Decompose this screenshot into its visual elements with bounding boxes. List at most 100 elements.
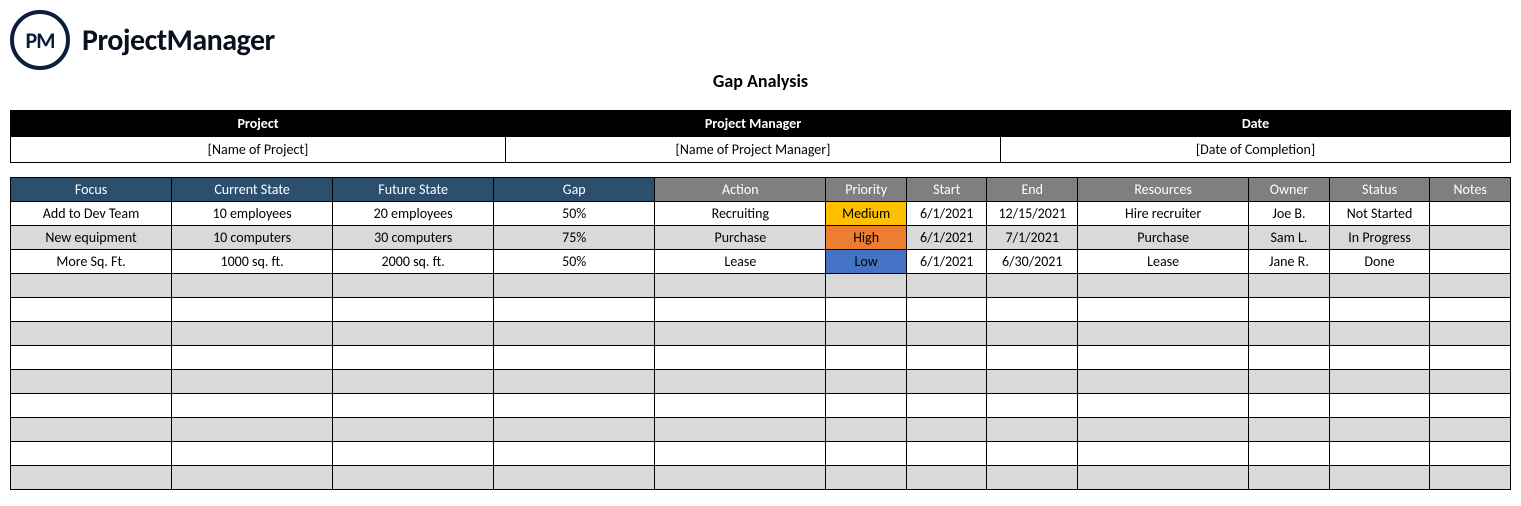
cell-gap[interactable]: [494, 394, 655, 418]
cell-future[interactable]: [333, 418, 494, 442]
cell-start[interactable]: 6/1/2021: [906, 202, 987, 226]
cell-current[interactable]: [172, 394, 333, 418]
cell-resources[interactable]: [1078, 442, 1249, 466]
cell-gap[interactable]: [494, 322, 655, 346]
cell-end[interactable]: [987, 298, 1078, 322]
cell-end[interactable]: [987, 370, 1078, 394]
cell-resources[interactable]: [1078, 418, 1249, 442]
cell-status[interactable]: [1329, 394, 1430, 418]
cell-gap[interactable]: [494, 298, 655, 322]
cell-action[interactable]: [655, 322, 826, 346]
cell-gap[interactable]: 50%: [494, 202, 655, 226]
cell-current[interactable]: [172, 442, 333, 466]
cell-current[interactable]: [172, 370, 333, 394]
cell-focus[interactable]: [11, 274, 172, 298]
cell-current[interactable]: 10 employees: [172, 202, 333, 226]
cell-priority[interactable]: [826, 394, 907, 418]
cell-gap[interactable]: 75%: [494, 226, 655, 250]
cell-status[interactable]: Not Started: [1329, 202, 1430, 226]
cell-end[interactable]: [987, 322, 1078, 346]
cell-start[interactable]: 6/1/2021: [906, 250, 987, 274]
cell-owner[interactable]: Joe B.: [1249, 202, 1330, 226]
cell-focus[interactable]: [11, 346, 172, 370]
cell-action[interactable]: [655, 346, 826, 370]
cell-priority[interactable]: Medium: [826, 202, 907, 226]
cell-focus[interactable]: More Sq. Ft.: [11, 250, 172, 274]
cell-status[interactable]: [1329, 442, 1430, 466]
cell-focus[interactable]: [11, 418, 172, 442]
cell-gap[interactable]: [494, 370, 655, 394]
cell-current[interactable]: [172, 322, 333, 346]
cell-focus[interactable]: [11, 394, 172, 418]
cell-current[interactable]: [172, 418, 333, 442]
cell-status[interactable]: [1329, 298, 1430, 322]
cell-start[interactable]: [906, 442, 987, 466]
cell-notes[interactable]: [1430, 370, 1511, 394]
cell-owner[interactable]: Jane R.: [1249, 250, 1330, 274]
cell-priority[interactable]: [826, 298, 907, 322]
cell-resources[interactable]: Hire recruiter: [1078, 202, 1249, 226]
cell-resources[interactable]: [1078, 322, 1249, 346]
cell-resources[interactable]: [1078, 394, 1249, 418]
cell-action[interactable]: Purchase: [655, 226, 826, 250]
cell-priority[interactable]: [826, 346, 907, 370]
cell-current[interactable]: 10 computers: [172, 226, 333, 250]
cell-current[interactable]: [172, 346, 333, 370]
cell-action[interactable]: Recruiting: [655, 202, 826, 226]
cell-end[interactable]: [987, 346, 1078, 370]
cell-gap[interactable]: [494, 418, 655, 442]
cell-priority[interactable]: [826, 466, 907, 490]
cell-start[interactable]: [906, 298, 987, 322]
cell-status[interactable]: Done: [1329, 250, 1430, 274]
cell-start[interactable]: [906, 394, 987, 418]
cell-priority[interactable]: [826, 322, 907, 346]
cell-status[interactable]: In Progress: [1329, 226, 1430, 250]
cell-focus[interactable]: [11, 322, 172, 346]
cell-current[interactable]: [172, 466, 333, 490]
cell-future[interactable]: [333, 466, 494, 490]
cell-notes[interactable]: [1430, 442, 1511, 466]
cell-future[interactable]: [333, 442, 494, 466]
cell-notes[interactable]: [1430, 346, 1511, 370]
cell-priority[interactable]: High: [826, 226, 907, 250]
cell-future[interactable]: [333, 274, 494, 298]
cell-focus[interactable]: [11, 370, 172, 394]
cell-owner[interactable]: [1249, 418, 1330, 442]
cell-status[interactable]: [1329, 274, 1430, 298]
cell-resources[interactable]: Lease: [1078, 250, 1249, 274]
cell-owner[interactable]: [1249, 370, 1330, 394]
cell-end[interactable]: 7/1/2021: [987, 226, 1078, 250]
cell-owner[interactable]: [1249, 298, 1330, 322]
cell-notes[interactable]: [1430, 274, 1511, 298]
cell-status[interactable]: [1329, 346, 1430, 370]
cell-start[interactable]: [906, 466, 987, 490]
cell-future[interactable]: 20 employees: [333, 202, 494, 226]
cell-gap[interactable]: 50%: [494, 250, 655, 274]
cell-notes[interactable]: [1430, 466, 1511, 490]
cell-future[interactable]: [333, 298, 494, 322]
cell-priority[interactable]: [826, 274, 907, 298]
cell-owner[interactable]: Sam L.: [1249, 226, 1330, 250]
cell-action[interactable]: [655, 418, 826, 442]
cell-status[interactable]: [1329, 418, 1430, 442]
meta-date-cell[interactable]: [Date of Completion]: [1001, 137, 1511, 163]
cell-resources[interactable]: [1078, 298, 1249, 322]
cell-notes[interactable]: [1430, 226, 1511, 250]
cell-action[interactable]: Lease: [655, 250, 826, 274]
cell-focus[interactable]: [11, 466, 172, 490]
cell-resources[interactable]: Purchase: [1078, 226, 1249, 250]
cell-action[interactable]: [655, 274, 826, 298]
cell-future[interactable]: 30 computers: [333, 226, 494, 250]
cell-start[interactable]: [906, 370, 987, 394]
cell-current[interactable]: [172, 298, 333, 322]
cell-owner[interactable]: [1249, 346, 1330, 370]
cell-owner[interactable]: [1249, 466, 1330, 490]
cell-action[interactable]: [655, 394, 826, 418]
cell-priority[interactable]: Low: [826, 250, 907, 274]
cell-end[interactable]: 12/15/2021: [987, 202, 1078, 226]
cell-priority[interactable]: [826, 370, 907, 394]
cell-end[interactable]: [987, 418, 1078, 442]
cell-status[interactable]: [1329, 466, 1430, 490]
cell-action[interactable]: [655, 298, 826, 322]
cell-resources[interactable]: [1078, 466, 1249, 490]
